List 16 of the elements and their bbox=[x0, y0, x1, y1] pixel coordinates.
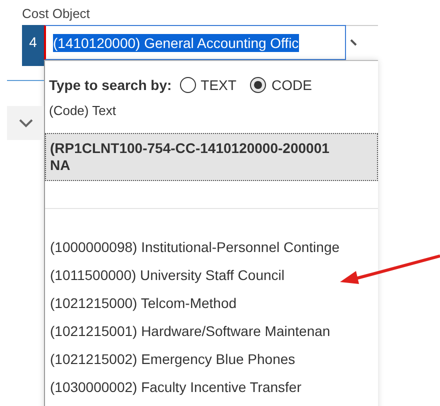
chevron-down-icon[interactable] bbox=[18, 118, 32, 128]
radio-option[interactable]: TEXT bbox=[180, 74, 236, 96]
field-label: Cost Object bbox=[22, 6, 90, 22]
list-option[interactable]: (1011500000) University Staff Council bbox=[45, 260, 290, 288]
list-option[interactable]: (1021215002) Emergency Blue Phones bbox=[45, 344, 300, 372]
list-option[interactable]: (1000000098) Institutional-Personnel Continge bbox=[45, 232, 345, 260]
list-option[interactable]: (1021215001) Hardware/Software Maintenan bbox=[45, 316, 336, 344]
column-header: (Code) Text bbox=[49, 102, 116, 120]
search-label: Type to search by: bbox=[49, 76, 172, 95]
caret-icon[interactable] bbox=[350, 39, 358, 47]
list-option[interactable]: (1030000002) Faculty Incentive Transfer bbox=[45, 372, 306, 400]
row-number: 4 bbox=[22, 25, 44, 66]
radio-option[interactable]: CODE bbox=[250, 74, 312, 96]
list-option[interactable]: (RP1CLNT100-754-CC-1410120000-200001 NA bbox=[45, 132, 378, 180]
list-option[interactable]: (1021215000) Telcom-Method bbox=[45, 288, 242, 316]
input-field[interactable]: (1410120000) General Accounting Offic bbox=[44, 25, 346, 60]
